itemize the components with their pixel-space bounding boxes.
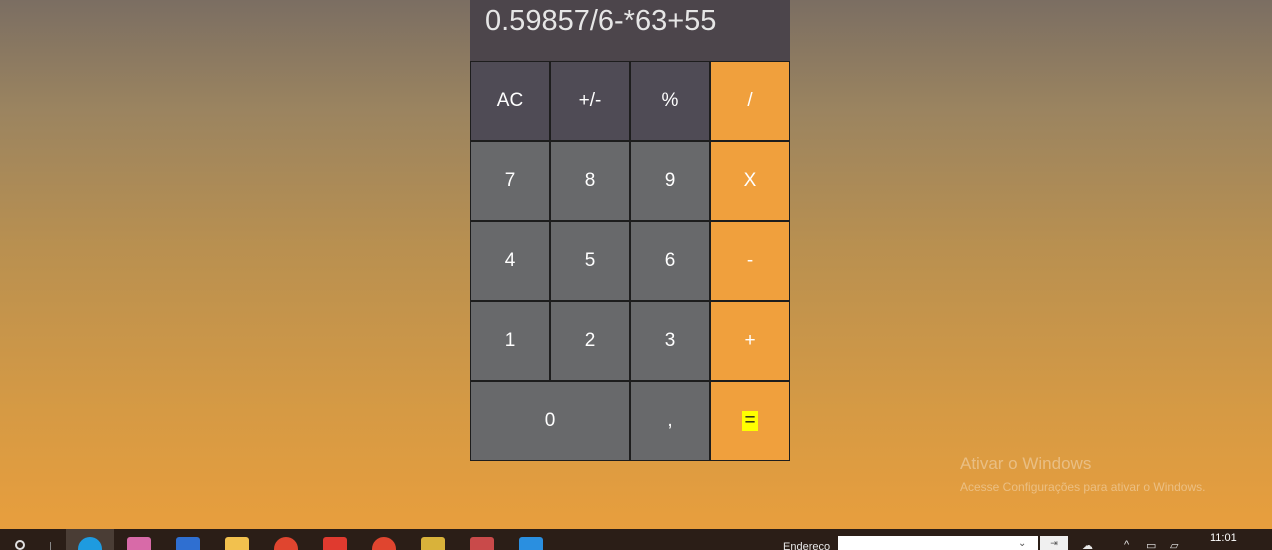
key-label: , [667,410,673,431]
add-button[interactable]: + [710,301,790,381]
digit-2-button[interactable]: 2 [550,301,630,381]
chrome-icon[interactable] [372,537,396,550]
key-label: 0 [544,410,556,431]
vscode-icon[interactable] [519,537,543,550]
game-icon[interactable] [323,537,347,550]
chevron-down-icon[interactable]: ⌄ [1018,538,1026,549]
key-label: / [747,90,753,111]
toggle-sign-button[interactable]: +/- [550,61,630,141]
digit-9-button[interactable]: 9 [630,141,710,221]
digit-8-button[interactable]: 8 [550,141,630,221]
key-label: 3 [664,330,676,351]
subtract-button[interactable]: - [710,221,790,301]
go-button[interactable]: ⇥ [1040,536,1068,550]
key-label: AC [496,90,524,111]
tool-icon[interactable] [470,537,494,550]
key-label: 8 [584,170,596,191]
keypad: AC +/-% / 7 8 9 X 4 5 6 - 1 2 3 +0, = [470,61,790,461]
key-label: 5 [584,250,596,271]
clear-button[interactable]: AC [470,61,550,141]
volume-icon[interactable]: ▱ [1170,539,1178,550]
paint-icon[interactable] [127,537,151,550]
clock[interactable]: 11:01 [1210,532,1237,544]
folder-icon[interactable] [225,537,249,550]
key-label: 2 [584,330,596,351]
key-label: X [743,170,757,191]
calculator: 0.59857/6-*63+55 AC +/-% / 7 8 9 X 4 5 6 - 1 2 3 +0, = [470,0,790,461]
key-label: 1 [504,330,516,351]
chrome-icon[interactable] [274,537,298,550]
key-label: = [742,410,758,431]
key-label: 9 [664,170,676,191]
percent-button[interactable]: % [630,61,710,141]
windows-activation-watermark: Ativar o Windows Acesse Configurações pa… [960,454,1205,494]
watermark-subtitle: Acesse Configurações para ativar o Windo… [960,480,1206,494]
equals-button[interactable]: = [710,381,790,461]
digit-4-button[interactable]: 4 [470,221,550,301]
app-icon[interactable] [421,537,445,550]
digit-5-button[interactable]: 5 [550,221,630,301]
address-label: Endereço [783,541,831,550]
digit-7-button[interactable]: 7 [470,141,550,221]
key-label: 6 [664,250,676,271]
key-label: - [746,250,754,271]
divide-button[interactable]: / [710,61,790,141]
decimal-button[interactable]: , [630,381,710,461]
chevron-up-icon[interactable]: ^ [1124,539,1129,550]
taskbar: Endereço ⌄ ⇥ ☁ ^ ▭ ▱ 11:01 [0,529,1272,550]
key-label: % [661,90,679,111]
mail-icon[interactable] [176,537,200,550]
display: 0.59857/6-*63+55 [470,0,790,61]
key-label: +/- [578,90,602,111]
digit-6-button[interactable]: 6 [630,221,710,301]
watermark-title: Ativar o Windows [960,454,1092,473]
search-icon[interactable] [15,540,25,550]
key-label: 4 [504,250,516,271]
key-label: + [744,330,756,351]
display-expression: 0.59857/6-*63+55 [485,5,717,37]
multiply-button[interactable]: X [710,141,790,221]
taskbar-divider [50,542,51,550]
digit-0-button[interactable]: 0 [470,381,630,461]
digit-3-button[interactable]: 3 [630,301,710,381]
digit-1-button[interactable]: 1 [470,301,550,381]
key-label: 7 [504,170,516,191]
address-input[interactable] [838,536,1038,550]
cloud-icon[interactable]: ☁ [1082,539,1093,550]
network-icon[interactable]: ▭ [1146,539,1156,550]
